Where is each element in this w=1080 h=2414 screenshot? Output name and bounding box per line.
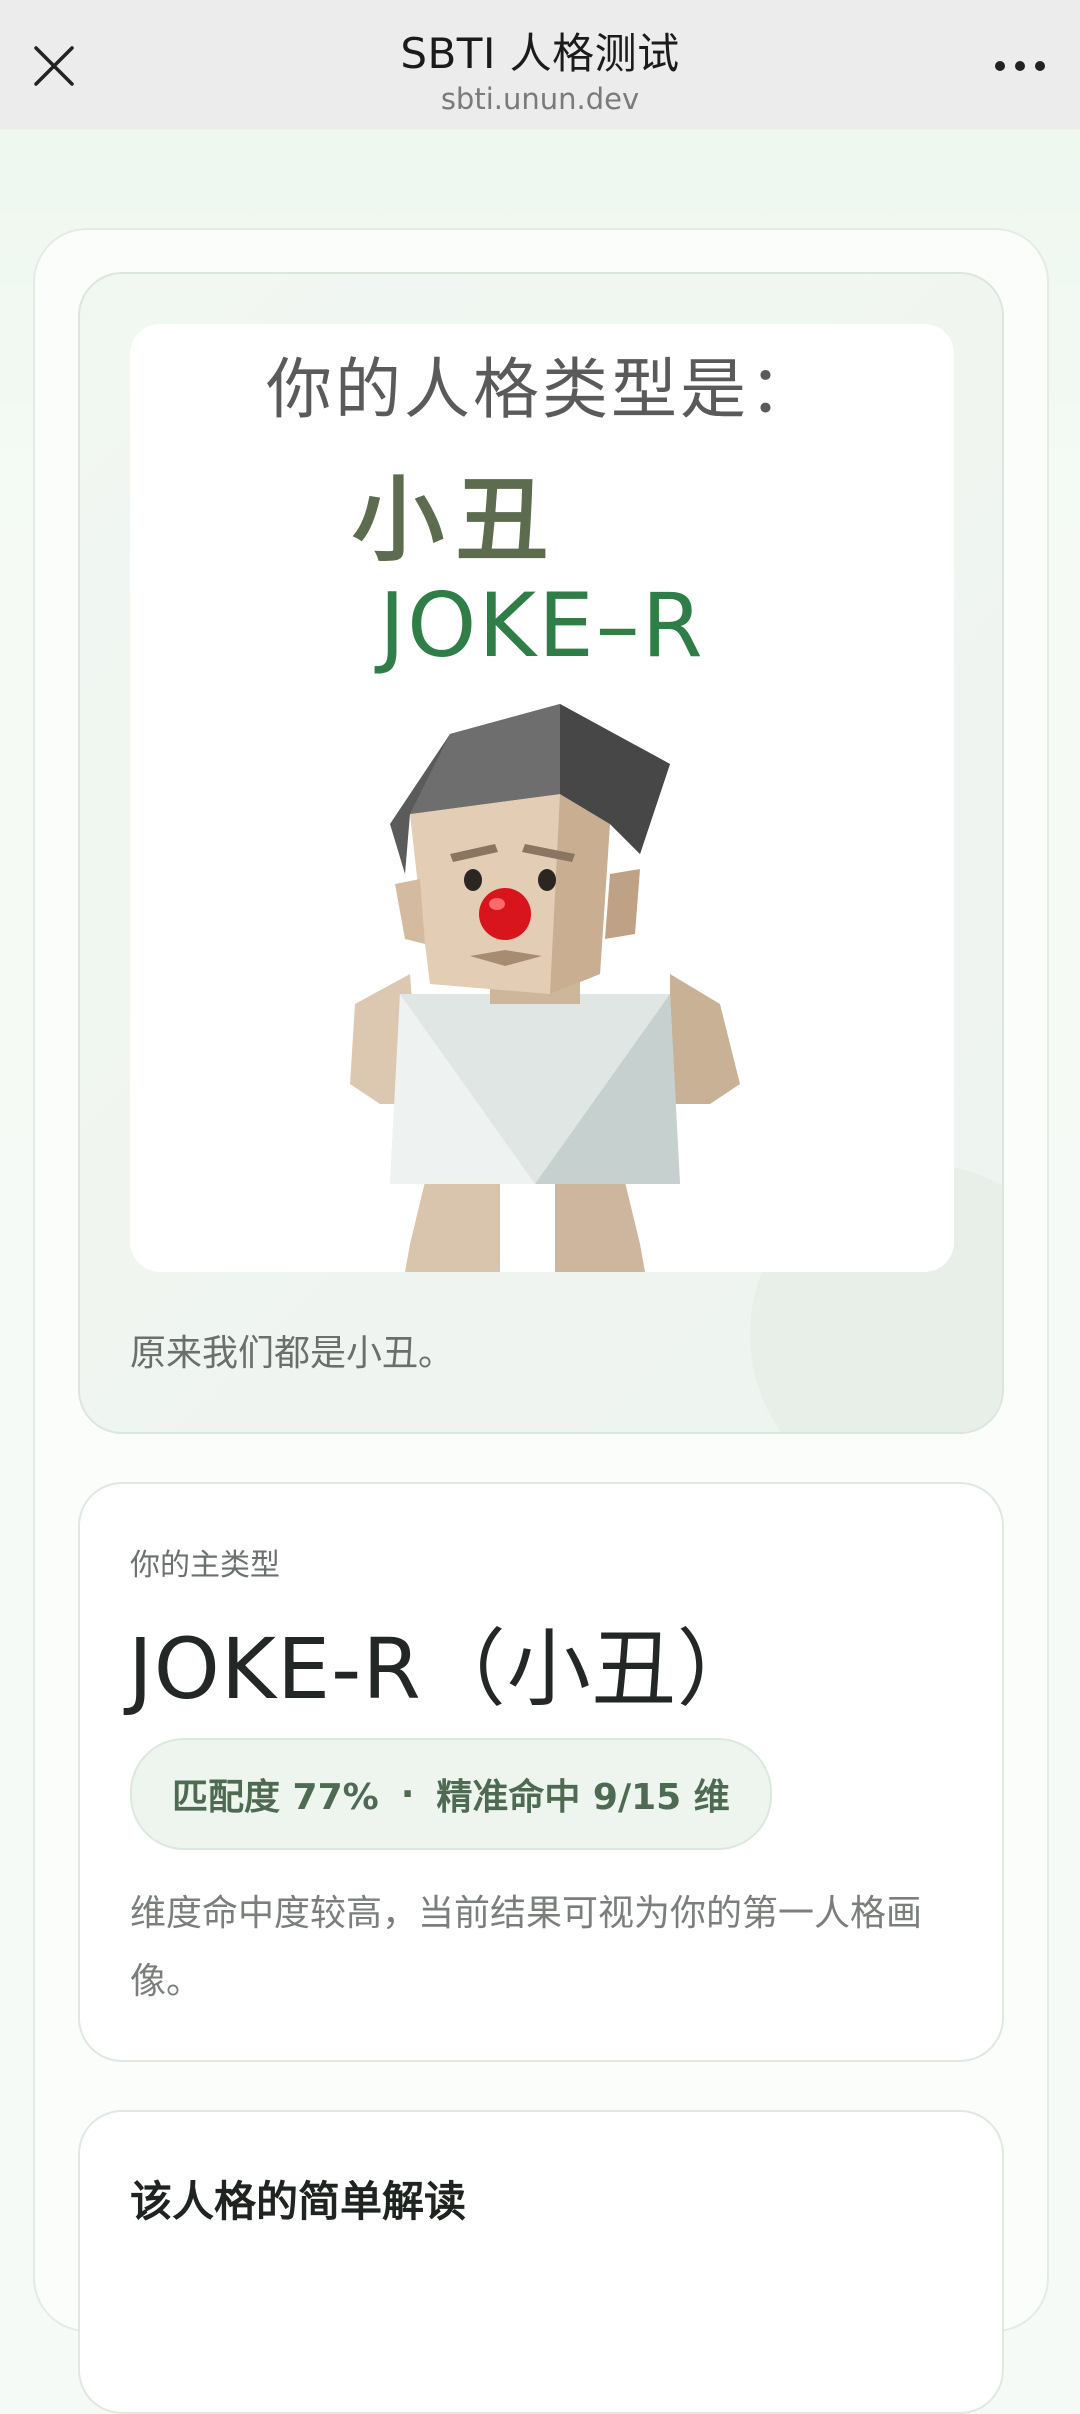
page-title: SBTI 人格测试 xyxy=(400,29,680,78)
more-horizontal-icon xyxy=(995,61,1045,71)
match-badge: 匹配度 77% · 精准命中 9/15 维 xyxy=(130,1738,772,1850)
separator-dot: · xyxy=(400,1773,415,1815)
page-url: sbti.unun.dev xyxy=(440,82,640,116)
result-image-name: 小丑 xyxy=(352,467,561,574)
result-caption: 原来我们都是小丑。 xyxy=(130,1333,455,1374)
clown-character-illustration xyxy=(350,704,740,1272)
result-image-heading: 你的人格类型是： xyxy=(266,351,818,428)
interpretation-card: 该人格的简单解读 xyxy=(78,2110,1004,2414)
main-type-label: 你的主类型 xyxy=(130,1548,280,1583)
result-image-code: JOKE–R xyxy=(379,574,705,677)
main-type-name: JOKE-R（小丑） xyxy=(128,1620,762,1718)
main-type-description: 维度命中度较高，当前结果可视为你的第一人格画像。 xyxy=(130,1893,923,2002)
more-button[interactable] xyxy=(988,40,1052,92)
top-bar: SBTI 人格测试 sbti.unun.dev xyxy=(0,0,1080,129)
result-image-card: 你的人格类型是： 小丑 JOKE–R 原来我们都是小丑。 xyxy=(78,272,1004,1434)
interpretation-title: 该人格的简单解读 xyxy=(130,2177,467,2226)
main-type-card: 你的主类型 JOKE-R（小丑） 匹配度 77% · 精准命中 9/15 维 维… xyxy=(78,1482,1004,2062)
result-image: 你的人格类型是： 小丑 JOKE–R xyxy=(130,324,954,1272)
match-score: 匹配度 77% xyxy=(172,1777,379,1818)
dimension-hits: 精准命中 9/15 维 xyxy=(436,1777,730,1818)
